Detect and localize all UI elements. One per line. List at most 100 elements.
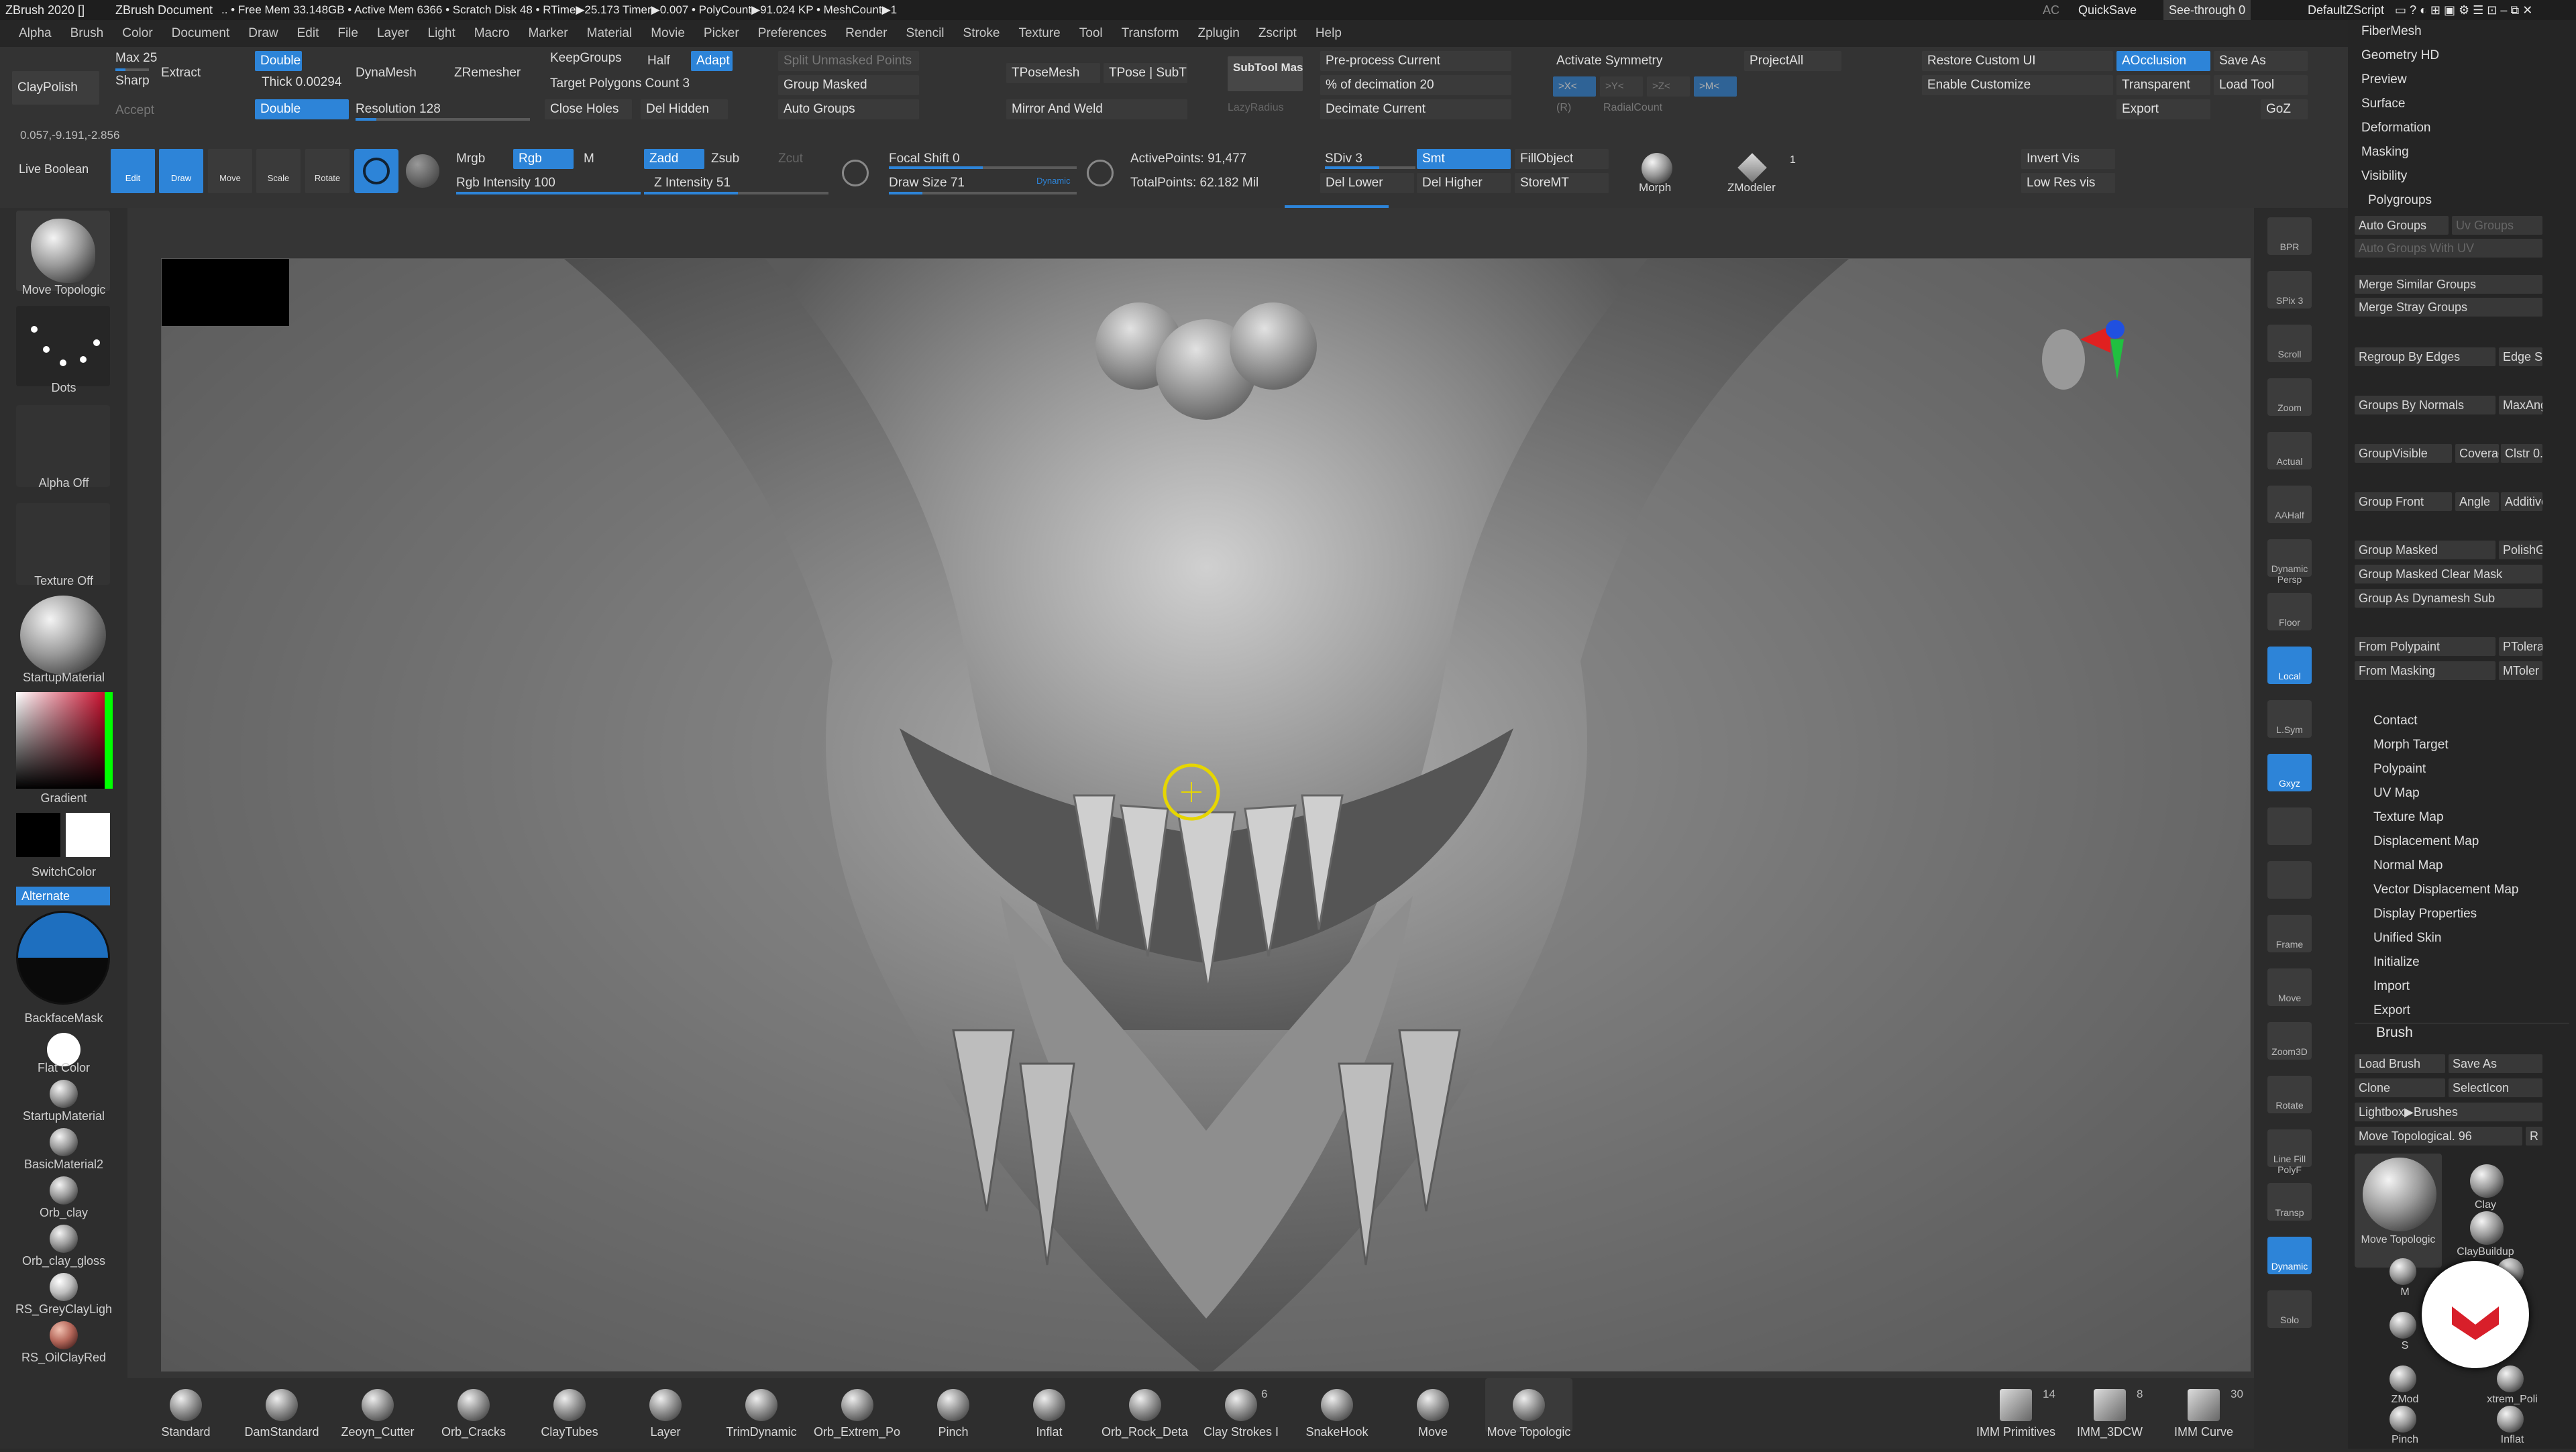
live-boolean-toggle[interactable]: Live Boolean [19, 162, 89, 176]
brush-item-0[interactable]: Move Topologic [2355, 1154, 2442, 1268]
double-toggle-2[interactable]: Double [255, 99, 349, 119]
imm-brush-1[interactable]: IMM_3DCW 8 [2066, 1378, 2153, 1439]
draw-size-track[interactable] [889, 192, 1077, 194]
merge-similar-btn[interactable]: Merge Similar Groups [2355, 275, 2542, 294]
strip-button-blank-11[interactable] [2267, 807, 2312, 845]
tposemesh-button[interactable]: TPoseMesh [1006, 63, 1100, 83]
panel-preview[interactable]: Preview [2361, 72, 2407, 87]
draw-mode-button[interactable]: Draw [159, 149, 203, 193]
alpha-thumbnail[interactable] [16, 405, 110, 487]
draw-size-slider[interactable]: Draw Size 71 [889, 176, 965, 190]
menu-stencil[interactable]: Stencil [906, 26, 944, 40]
goz-button[interactable]: GoZ [2261, 99, 2308, 119]
keepgroups-button[interactable]: KeepGroups [550, 51, 622, 66]
bottom-brush-4[interactable]: ClayTubes [526, 1378, 613, 1439]
panel-display-properties[interactable]: Display Properties [2373, 907, 2477, 922]
restore-custom-ui-button[interactable]: Restore Custom UI [1922, 51, 2113, 71]
additive-toggle[interactable]: Additive [2501, 492, 2542, 511]
brush-r-btn[interactable]: R [2526, 1127, 2542, 1146]
zadd-toggle[interactable]: Zadd [644, 149, 704, 169]
target-polygons-slider[interactable]: Target Polygons Count 3 [550, 76, 690, 91]
panel-surface[interactable]: Surface [2361, 97, 2405, 111]
bottom-brush-11[interactable]: Clay Strokes I [1197, 1378, 1285, 1439]
resolution-slider[interactable]: Resolution 128 [356, 102, 441, 117]
groups-normals-btn[interactable]: Groups By Normals [2355, 396, 2496, 414]
coverage-slider[interactable]: Coverac [2455, 444, 2499, 463]
sym-y-toggle[interactable]: >Y< [1600, 76, 1643, 97]
sculpt-viewport[interactable] [161, 258, 2251, 1372]
bottom-brush-14[interactable]: Move Topologic [1485, 1378, 1572, 1439]
material-thumbnail[interactable] [20, 596, 106, 675]
panel-normal-map[interactable]: Normal Map [2373, 858, 2443, 873]
double-toggle-1[interactable]: Double [255, 51, 302, 71]
brush-item-2[interactable]: ClayBuildup [2449, 1207, 2522, 1258]
move-mode-button[interactable]: Move [208, 149, 252, 193]
auto-groups-button[interactable]: Auto Groups [778, 99, 919, 119]
strip-button-dynamic-persp[interactable]: Dynamic Persp [2267, 539, 2312, 585]
bottom-brush-3[interactable]: Orb_Cracks [430, 1378, 517, 1439]
sdiv-track[interactable] [1325, 166, 1415, 169]
strip-button-bpr[interactable]: BPR [2267, 217, 2312, 255]
transparent-toggle[interactable]: Transparent [2116, 75, 2210, 95]
strip-button-rotate[interactable]: Rotate [2267, 1076, 2312, 1113]
panel-fibermesh[interactable]: FiberMesh [2361, 24, 2422, 39]
sdiv-slider[interactable]: SDiv 3 [1325, 152, 1362, 166]
texture-thumbnail[interactable] [16, 503, 110, 585]
z-intensity-track[interactable] [644, 192, 828, 194]
zcut-toggle[interactable]: Zcut [778, 152, 803, 166]
from-masking-btn[interactable]: From Masking [2355, 661, 2496, 680]
thick-slider[interactable]: Thick 0.00294 [262, 75, 341, 90]
rotate-mode-button[interactable]: Rotate [305, 149, 350, 193]
split-unmasked-button[interactable]: Split Unmasked Points [778, 51, 919, 71]
panel-contact[interactable]: Contact [2373, 714, 2417, 728]
panel-export[interactable]: Export [2373, 1003, 2410, 1018]
bottom-brush-7[interactable]: Orb_Extrem_Poli [814, 1378, 901, 1439]
strip-button-aahalf[interactable]: AAHalf [2267, 486, 2312, 523]
menu-tool[interactable]: Tool [1079, 26, 1103, 40]
edge-se-slider[interactable]: Edge Se [2499, 347, 2542, 366]
menu-zscript[interactable]: Zscript [1258, 26, 1297, 40]
zsub-toggle[interactable]: Zsub [711, 152, 739, 166]
panel-visibility[interactable]: Visibility [2361, 169, 2407, 184]
bottom-brush-1[interactable]: DamStandard [238, 1378, 325, 1439]
half-button[interactable]: Half [647, 54, 670, 68]
tpose-subt-button[interactable]: TPose | SubT [1104, 63, 1187, 83]
strip-button-line-fill-polyf[interactable]: Line Fill PolyF [2267, 1129, 2312, 1175]
strip-button-l-sym[interactable]: L.Sym [2267, 700, 2312, 738]
strip-button-blank-12[interactable] [2267, 861, 2312, 899]
fillobject-button[interactable]: FillObject [1515, 149, 1609, 169]
alternate-toggle[interactable]: Alternate [16, 887, 110, 905]
panel-morph-target[interactable]: Morph Target [2373, 738, 2449, 752]
panel-displacement-map[interactable]: Displacement Map [2373, 834, 2479, 849]
regroup-edges-btn[interactable]: Regroup By Edges [2355, 347, 2496, 366]
angle-slider[interactable]: Angle [2455, 492, 2499, 511]
menu-picker[interactable]: Picker [704, 26, 739, 40]
bottom-brush-5[interactable]: Layer [622, 1378, 709, 1439]
material-sphere-icon[interactable] [406, 154, 439, 188]
brush-header[interactable]: Brush [2355, 1023, 2569, 1043]
radial-r-toggle[interactable]: (R) [1556, 102, 1571, 114]
merge-stray-btn[interactable]: Merge Stray Groups [2355, 298, 2542, 317]
menu-help[interactable]: Help [1316, 26, 1342, 40]
mrgb-toggle[interactable]: Mrgb [456, 152, 485, 166]
radialcount-slider[interactable]: RadialCount [1603, 102, 1662, 114]
backface-mask-icon[interactable] [16, 911, 110, 1005]
selecticon-btn[interactable]: SelectIcon [2449, 1078, 2542, 1097]
brush-item-9[interactable]: Inflat [2475, 1402, 2549, 1452]
strip-button-solo[interactable]: Solo [2267, 1290, 2312, 1328]
brush-save-as-btn[interactable]: Save As [2449, 1054, 2542, 1073]
rgb-toggle[interactable]: Rgb [513, 149, 574, 169]
smt-toggle[interactable]: Smt [1417, 149, 1511, 169]
enable-customize-button[interactable]: Enable Customize [1922, 75, 2113, 95]
projectall-button[interactable]: ProjectAll [1744, 51, 1841, 71]
panel-polygroups[interactable]: Polygroups [2368, 193, 2432, 208]
focal-shift-slider[interactable]: Focal Shift 0 [889, 152, 960, 166]
dynamesh-button[interactable]: DynaMesh [356, 66, 417, 80]
clone-btn[interactable]: Clone [2355, 1078, 2445, 1097]
secondary-color-swatch[interactable] [16, 813, 60, 857]
imm-brush-0[interactable]: IMM Primitives 14 [1972, 1378, 2059, 1439]
panel-unified-skin[interactable]: Unified Skin [2373, 931, 2441, 946]
strip-button-transp[interactable]: Transp [2267, 1183, 2312, 1221]
rgb-intensity-track[interactable] [456, 192, 641, 194]
clstr-slider[interactable]: Clstr 0. [2501, 444, 2542, 463]
